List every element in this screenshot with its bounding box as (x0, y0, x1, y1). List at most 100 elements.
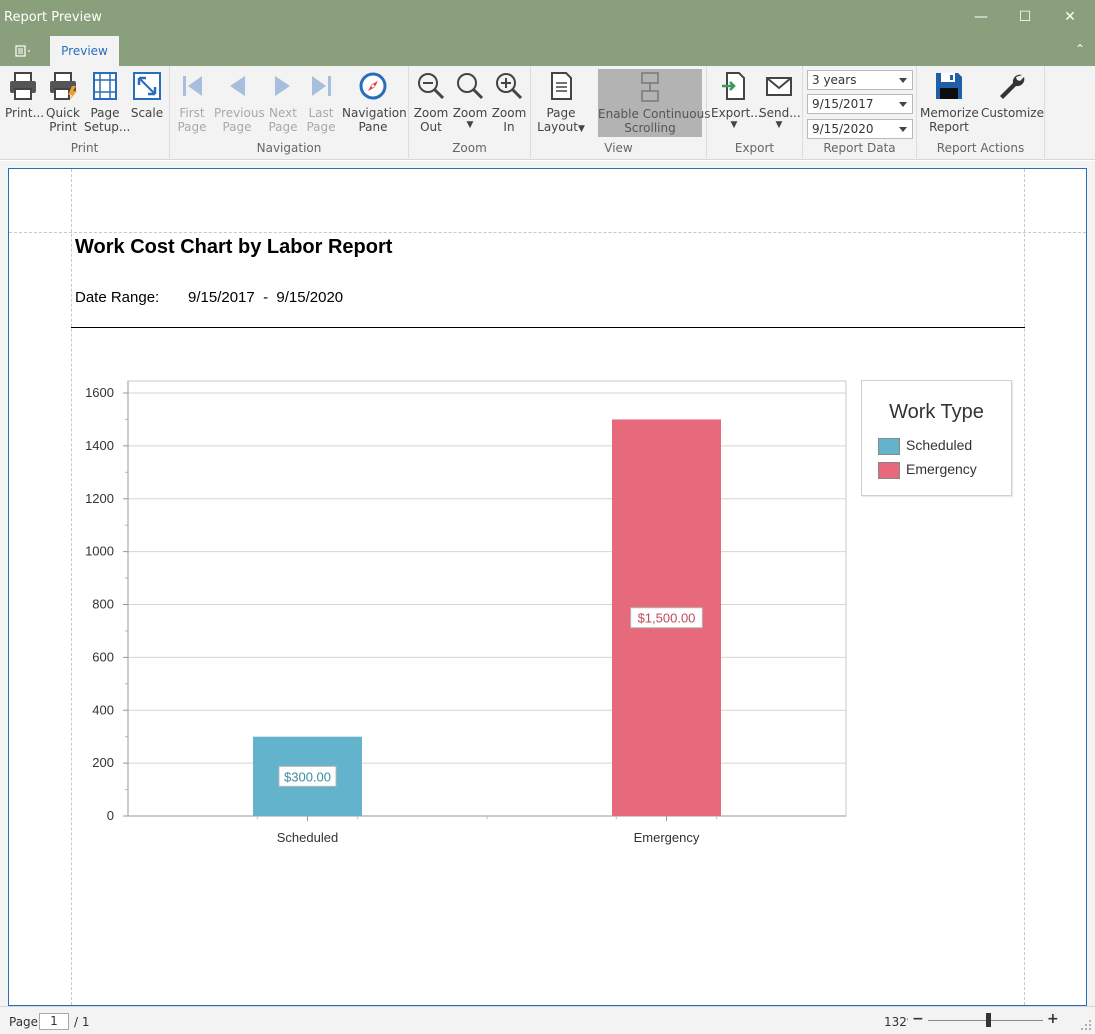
date-range-label: Date Range: (75, 289, 160, 306)
ribbon-collapse-icon[interactable]: ⌃ (1075, 42, 1085, 56)
y-tick-label: 1400 (85, 438, 114, 453)
zoom-dropdown-button[interactable]: Zoom ▼ (452, 70, 488, 130)
page-layout-icon (551, 72, 572, 100)
scale-icon (133, 72, 161, 100)
group-label-zoom: Zoom (452, 141, 487, 155)
export-icon (722, 72, 745, 100)
next-page-button[interactable]: Next Page (266, 70, 300, 134)
page-layout-button[interactable]: Page Layout▼ (536, 70, 586, 136)
data-label: $300.00 (284, 769, 331, 784)
save-icon (936, 73, 962, 99)
first-page-icon (183, 76, 202, 96)
quick-print-button[interactable]: Quick Print (44, 70, 82, 134)
group-label-report-data: Report Data (823, 141, 896, 155)
maximize-button[interactable]: ☐ (1010, 6, 1040, 28)
zoom-in-icon (496, 73, 523, 100)
group-label-navigation: Navigation (256, 141, 322, 155)
status-bar: Page: 1 / 1 132% − + (0, 1006, 1095, 1034)
page-total: / 1 (74, 1015, 90, 1029)
legend-swatch-emergency (878, 461, 900, 479)
y-tick-label: 1000 (85, 544, 114, 559)
group-view: Page Layout▼ Enable Continuous Scrolling… (531, 66, 710, 158)
app-menu-icon[interactable] (10, 42, 34, 60)
last-page-button[interactable]: Last Page (306, 70, 336, 134)
page-setup-button[interactable]: Page Setup... (84, 70, 130, 134)
document-area[interactable]: Work Cost Chart by Labor Report Date Ran… (0, 161, 1095, 1006)
tab-preview[interactable]: Preview (50, 36, 119, 66)
zoom-in-button[interactable]: Zoom In (491, 70, 527, 134)
ribbon: Print... Quick Print Page Setup... Scale… (0, 66, 1095, 160)
work-cost-chart: 0 200 400 600 800 1000 1200 1400 1600 Scheduled $3… (85, 380, 847, 845)
chart-legend: Work Type Scheduled Emergency (861, 380, 1012, 496)
page-label: Page: (9, 1015, 43, 1029)
legend-item-emergency: Emergency (878, 461, 977, 479)
group-zoom: Zoom Out Zoom ▼ Zoom In Zoom (409, 66, 531, 158)
y-tick-label: 1600 (85, 385, 114, 400)
group-export: Export... ▼ Send... ▼ Export (707, 66, 803, 158)
y-tick-label: 800 (92, 597, 114, 612)
zoom-out-icon (418, 73, 445, 100)
zoom-plus-button[interactable]: + (1047, 1011, 1059, 1027)
report-page: Work Cost Chart by Labor Report Date Ran… (8, 168, 1087, 1006)
y-tick-label: 0 (107, 808, 114, 823)
legend-item-scheduled: Scheduled (878, 437, 972, 455)
group-report-actions: Memorize Report Customize Report Actions (917, 66, 1045, 158)
envelope-icon (766, 77, 792, 96)
title-bar: Report Preview — ☐ ✕ (0, 0, 1095, 36)
close-button[interactable]: ✕ (1055, 6, 1085, 28)
y-tick-label: 200 (92, 755, 114, 770)
start-date-select[interactable]: 9/15/2017 (807, 94, 913, 114)
x-tick-label: Scheduled (277, 830, 338, 845)
minimize-button[interactable]: — (966, 6, 996, 28)
previous-page-button[interactable]: Previous Page (214, 70, 265, 134)
scale-button[interactable]: Scale (129, 70, 165, 120)
zoom-slider-thumb[interactable] (986, 1013, 991, 1027)
ribbon-tab-strip: Preview ⌃ (0, 36, 1095, 66)
send-button[interactable]: Send... ▼ (759, 70, 801, 130)
chevron-down-icon (899, 127, 907, 132)
group-print: Print... Quick Print Page Setup... Scale… (0, 66, 170, 158)
chevron-down-icon (899, 102, 907, 107)
window-title: Report Preview (4, 10, 102, 25)
y-tick-label: 1200 (85, 491, 114, 506)
quick-printer-icon (50, 72, 77, 101)
wrench-icon (1000, 74, 1025, 99)
compass-icon (359, 72, 387, 100)
chevron-down-icon (899, 78, 907, 83)
navigation-pane-button[interactable]: Navigation Pane (342, 70, 407, 134)
chevron-down-icon: ▼ (577, 124, 585, 134)
date-range-value: 9/15/2017 - 9/15/2020 (188, 289, 344, 306)
export-button[interactable]: Export... ▼ (711, 70, 762, 130)
group-label-view: View (604, 141, 633, 155)
group-label-report-actions: Report Actions (936, 141, 1025, 155)
resize-grip-icon[interactable] (1080, 1019, 1092, 1031)
header-rule (71, 327, 1025, 328)
legend-swatch-scheduled (878, 437, 900, 455)
page-setup-icon (93, 72, 117, 100)
zoom-percentage: 132% (884, 1015, 908, 1029)
next-page-icon (275, 76, 290, 96)
customize-button[interactable]: Customize (981, 70, 1044, 120)
enable-continuous-scrolling-button[interactable]: Enable Continuous Scrolling (598, 69, 710, 137)
print-button[interactable]: Print... (5, 70, 44, 120)
date-range-select[interactable]: 3 years (807, 70, 913, 90)
chevron-down-icon: ▼ (466, 120, 474, 130)
margin-guide-top (9, 232, 1086, 233)
report-title: Work Cost Chart by Labor Report (75, 236, 393, 258)
page-number-input[interactable]: 1 (39, 1013, 69, 1030)
margin-guide-right (1024, 169, 1025, 1005)
previous-page-icon (230, 76, 245, 96)
group-navigation: First Page Previous Page Next Page Last … (170, 66, 409, 158)
first-page-button[interactable]: First Page (176, 70, 208, 134)
continuous-scrolling-icon (641, 72, 659, 102)
y-tick-label: 600 (92, 649, 114, 664)
group-label-export: Export (734, 141, 775, 155)
end-date-select[interactable]: 9/15/2020 (807, 119, 913, 139)
zoom-out-button[interactable]: Zoom Out (413, 70, 449, 134)
zoom-minus-button[interactable]: − (912, 1011, 924, 1027)
chevron-down-icon: ▼ (775, 120, 783, 130)
y-tick-label: 400 (92, 702, 114, 717)
last-page-icon (312, 76, 331, 96)
printer-icon (10, 72, 36, 100)
memorize-report-button[interactable]: Memorize Report (920, 70, 979, 134)
